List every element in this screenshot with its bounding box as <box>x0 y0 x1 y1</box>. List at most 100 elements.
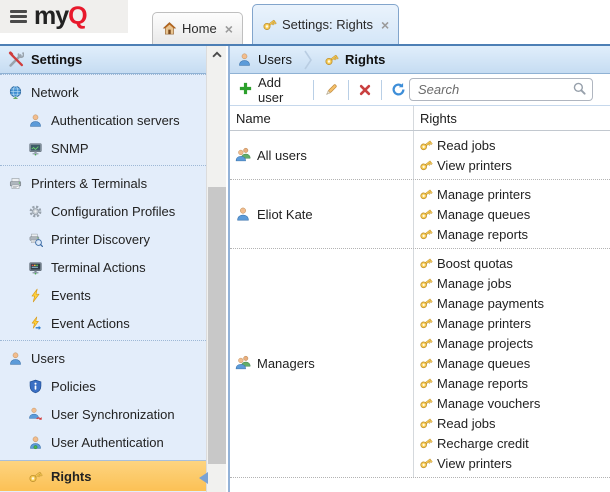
breadcrumb-chevron-icon <box>303 49 313 71</box>
printer-icon <box>8 176 23 191</box>
key-icon <box>419 187 433 201</box>
person-icon <box>237 52 252 67</box>
key-icon <box>419 138 433 152</box>
sidebar-section: Users Policies User Synchronization User Au… <box>0 341 206 491</box>
right-manage-queues: Manage queues <box>419 204 610 224</box>
search-input[interactable] <box>409 78 593 101</box>
key-icon <box>419 416 433 430</box>
main-area: Settings NetworkAuthentication serversSN… <box>0 46 610 492</box>
breadcrumb-label: Users <box>258 52 292 67</box>
key-icon <box>419 276 433 290</box>
toolbar-separator <box>381 80 382 100</box>
gear-icon <box>28 204 43 219</box>
person-sync-icon <box>28 407 43 422</box>
tab-close-icon[interactable]: × <box>381 18 389 32</box>
breadcrumb-item-users[interactable]: Users <box>237 52 292 67</box>
key-icon <box>419 396 433 410</box>
sidebar-item-user-authentication[interactable]: User Authentication <box>0 428 206 456</box>
breadcrumb-label: Rights <box>345 52 385 67</box>
breadcrumb-item-rights[interactable]: Rights <box>324 52 385 67</box>
right-label: Read jobs <box>437 138 496 153</box>
right-manage-reports: Manage reports <box>419 373 610 393</box>
refresh-button[interactable] <box>388 80 409 99</box>
sidebar-item-label: Authentication servers <box>51 113 180 128</box>
key-icon <box>419 256 433 270</box>
key-icon <box>419 207 433 221</box>
sidebar-item-terminal-actions[interactable]: Terminal Actions <box>0 253 206 281</box>
right-manage-printers: Manage printers <box>419 184 610 204</box>
scrollbar-thumb[interactable] <box>208 187 226 464</box>
key-icon <box>419 436 433 450</box>
key-icon <box>262 17 277 32</box>
rights-cell: Manage printers Manage queuesManage repor… <box>414 180 610 248</box>
scrollbar-up-button[interactable] <box>207 46 226 64</box>
sidebar-item-label: Users <box>31 351 65 366</box>
user-name-label: Managers <box>257 356 315 371</box>
red-x-icon <box>358 83 372 97</box>
table-body: All usersRead jobsView printersEliot Kat… <box>230 131 610 478</box>
column-header-name-label: Name <box>236 111 271 126</box>
sidebar-item-label: Rights <box>51 469 91 484</box>
edit-button[interactable] <box>320 80 342 100</box>
printer-search-icon <box>28 232 43 247</box>
toolbar-separator <box>348 80 349 100</box>
right-view-printers: View printers <box>419 155 610 175</box>
lightning-arrow-icon <box>28 316 43 331</box>
right-label: Boost quotas <box>437 256 513 271</box>
add-user-button[interactable]: Add user <box>235 73 307 107</box>
sidebar-item-events[interactable]: Events <box>0 281 206 309</box>
sidebar-item-authentication-servers[interactable]: Authentication servers <box>0 106 206 134</box>
right-label: Manage payments <box>437 296 544 311</box>
sidebar-item-label: User Authentication <box>51 435 164 450</box>
sidebar-item-rights[interactable]: Rights <box>0 460 206 491</box>
right-label: Manage printers <box>437 187 531 202</box>
table-header: Name Rights <box>230 106 610 131</box>
search-box <box>409 78 593 101</box>
person-icon <box>28 113 43 128</box>
sidebar-header-label: Settings <box>31 52 82 67</box>
sidebar-item-label: Terminal Actions <box>51 260 146 275</box>
right-view-printers: View printers <box>419 453 610 473</box>
search-icon[interactable] <box>572 81 587 99</box>
right-manage-reports: Manage reports <box>419 224 610 244</box>
delete-button[interactable] <box>355 81 375 99</box>
sidebar-header: Settings <box>0 46 226 74</box>
key-icon <box>419 158 433 172</box>
sidebar-item-snmp[interactable]: SNMP <box>0 134 206 162</box>
right-label: Manage vouchers <box>437 396 540 411</box>
tab-label: Home <box>182 21 217 36</box>
table-row-all-users[interactable]: All usersRead jobsView printers <box>230 131 610 180</box>
sidebar-item-user-synchronization[interactable]: User Synchronization <box>0 400 206 428</box>
person-icon <box>235 206 251 222</box>
scroll-up-icon[interactable] <box>210 48 224 62</box>
rights-table: Name Rights All usersRead jobsView print… <box>230 106 610 492</box>
tab-home[interactable]: Home × <box>152 12 243 44</box>
table-row-eliot-kate[interactable]: Eliot KateManage printersManage queuesMa… <box>230 180 610 249</box>
top-bar: myQ Home×Settings: Rights× <box>0 0 610 46</box>
sidebar-item-label: Printer Discovery <box>51 232 150 247</box>
sidebar-item-label: User Synchronization <box>51 407 175 422</box>
sidebar-item-event-actions[interactable]: Event Actions <box>0 309 206 337</box>
column-header-name[interactable]: Name <box>230 106 414 130</box>
sidebar-item-printer-discovery[interactable]: Printer Discovery <box>0 225 206 253</box>
tab-bar: Home×Settings: Rights× <box>0 0 610 44</box>
sidebar-item-configuration-profiles[interactable]: Configuration Profiles <box>0 197 206 225</box>
settings-sidebar: Settings NetworkAuthentication serversSN… <box>0 46 226 492</box>
sidebar-collapse-arrow-icon[interactable] <box>199 472 208 484</box>
person-auth-icon <box>28 435 43 450</box>
right-manage-jobs: Manage jobs <box>419 273 610 293</box>
tab-close-icon[interactable]: × <box>225 22 233 36</box>
right-recharge-credit: Recharge credit <box>419 433 610 453</box>
right-label: View printers <box>437 456 512 471</box>
table-row-managers[interactable]: Managers Boost quotas Manage jobs Manage pa… <box>230 249 610 478</box>
sidebar-scrollbar[interactable] <box>206 46 226 492</box>
tab-settings-rights[interactable]: Settings: Rights× <box>252 4 399 44</box>
right-label: Manage queues <box>437 356 530 371</box>
home-icon <box>162 21 177 36</box>
right-manage-printers: Manage printers <box>419 313 610 333</box>
rights-cell: Read jobs View printers <box>414 131 610 179</box>
plus-icon <box>238 81 253 96</box>
lightning-icon <box>28 288 43 303</box>
sidebar-item-policies[interactable]: Policies <box>0 372 206 400</box>
column-header-rights[interactable]: Rights <box>414 106 610 130</box>
